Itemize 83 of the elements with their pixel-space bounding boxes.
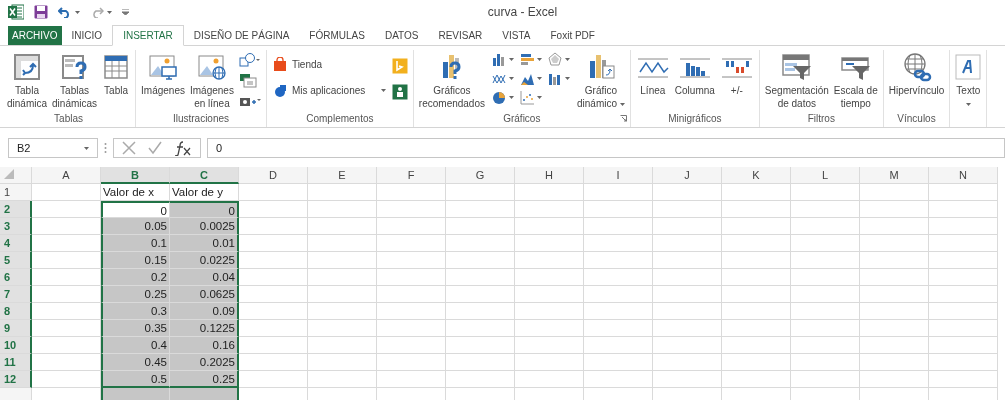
column-header[interactable]: E (308, 167, 377, 184)
column-header[interactable]: M (860, 167, 929, 184)
ribbon-button[interactable]: Hipervínculo (886, 50, 947, 106)
ribbon-group-label: Complementos (305, 112, 375, 126)
ribbon-button[interactable]: Tienda (269, 56, 389, 72)
ribbon-button[interactable]: Imágenes en línea (188, 50, 236, 112)
ribbon-group-label: Vínculos (896, 112, 937, 126)
table-cell[interactable]: 0 (170, 201, 239, 218)
row-header[interactable]: 4 (0, 235, 32, 252)
column-header[interactable]: B (101, 167, 170, 184)
ribbon-button[interactable]: Tabla dinámica (5, 50, 50, 112)
column-header[interactable]: F (377, 167, 446, 184)
column-header[interactable]: H (515, 167, 584, 184)
ribbon-button[interactable]: Mis aplicaciones (269, 82, 389, 98)
table-cell[interactable]: 0.1225 (170, 320, 239, 337)
table-cell[interactable]: 0.2025 (170, 354, 239, 371)
ribbon-button[interactable]: +/- (717, 50, 756, 106)
row-header[interactable]: 9 (0, 320, 32, 337)
table-cell[interactable]: 0.05 (101, 218, 170, 235)
ribbon-button[interactable]: Columna (672, 50, 717, 106)
table-cell[interactable]: 0.25 (170, 371, 239, 388)
formula-input[interactable]: 0 (207, 138, 1005, 158)
column-header[interactable]: I (584, 167, 653, 184)
ribbon-group-label: Minigráficos (667, 112, 723, 126)
ribbon-tab[interactable]: INICIO (61, 26, 113, 45)
ribbon-group-label: Filtros (806, 112, 836, 126)
table-cell[interactable]: 0.0025 (170, 218, 239, 235)
column-header[interactable]: L (791, 167, 860, 184)
table-cell[interactable]: 0.2 (101, 269, 170, 286)
ribbon-tab[interactable]: DATOS (374, 26, 429, 45)
ribbon-button[interactable]: Tabla (100, 50, 133, 106)
ribbon-button[interactable]: Segmentación de datos (762, 50, 831, 112)
row-header[interactable]: 10 (0, 337, 32, 354)
column-header[interactable]: A (32, 167, 101, 184)
ribbon-tab[interactable]: FÓRMULAS (299, 26, 375, 45)
name-box[interactable]: B2 (8, 138, 98, 158)
column-header[interactable]: K (722, 167, 791, 184)
ribbon-tab[interactable]: DISEÑO DE PÁGINA (183, 26, 300, 45)
row-header[interactable]: 5 (0, 252, 32, 269)
column-header[interactable]: G (446, 167, 515, 184)
ribbon-group-label: Gráficos (502, 112, 542, 126)
column-header[interactable]: N (929, 167, 998, 184)
column-header[interactable]: D (239, 167, 308, 184)
table-cell[interactable]: 0.0225 (170, 252, 239, 269)
ribbon-button[interactable]: Tablas dinámicas (50, 50, 100, 112)
row-header[interactable]: 3 (0, 218, 32, 235)
table-cell[interactable]: 0.45 (101, 354, 170, 371)
ribbon-button[interactable]: Imágenes (139, 50, 187, 106)
table-cell[interactable]: 0.15 (101, 252, 170, 269)
ribbon-tab[interactable]: INSERTAR (112, 25, 184, 46)
table-cell[interactable]: 0.09 (170, 303, 239, 320)
table-cell[interactable]: 0.0625 (170, 286, 239, 303)
ribbon-group-label: Tablas (53, 112, 84, 126)
table-cell[interactable]: 0.25 (101, 286, 170, 303)
file-tab[interactable]: ARCHIVO (8, 26, 62, 45)
row-header[interactable]: 11 (0, 354, 32, 371)
table-cell[interactable]: 0.1 (101, 235, 170, 252)
table-cell[interactable]: 0.5 (101, 371, 170, 388)
row-header[interactable]: 7 (0, 286, 32, 303)
ribbon-button[interactable]: Texto (953, 50, 984, 112)
ribbon-button[interactable]: Gráficos recomendados (416, 50, 487, 112)
row-header[interactable]: 12 (0, 371, 32, 388)
table-cell[interactable]: 0.35 (101, 320, 170, 337)
window-title: curva - Excel (487, 5, 558, 19)
row-header[interactable]: 6 (0, 269, 32, 286)
row-header[interactable]: 1 (0, 184, 32, 201)
row-header[interactable]: 2 (0, 201, 32, 218)
table-cell[interactable]: 0.01 (170, 235, 239, 252)
table-cell[interactable]: 0.16 (170, 337, 239, 354)
column-header[interactable]: J (653, 167, 722, 184)
table-cell[interactable]: 0.04 (170, 269, 239, 286)
ribbon-tab[interactable]: Foxit PDF (540, 26, 605, 45)
ribbon-group-label: Ilustraciones (171, 112, 231, 126)
ribbon-button[interactable]: Línea (633, 50, 672, 106)
ribbon-tab[interactable]: VISTA (492, 26, 541, 45)
ribbon-button[interactable]: Gráfico dinámico (575, 50, 627, 112)
column-header[interactable]: C (170, 167, 239, 184)
table-cell[interactable]: 0.3 (101, 303, 170, 320)
table-cell[interactable]: 0 (101, 201, 170, 218)
table-cell[interactable]: 0.4 (101, 337, 170, 354)
ribbon-tab[interactable]: REVISAR (428, 26, 493, 45)
row-header[interactable]: 8 (0, 303, 32, 320)
ribbon-button[interactable]: Escala de tiempo (831, 50, 880, 112)
